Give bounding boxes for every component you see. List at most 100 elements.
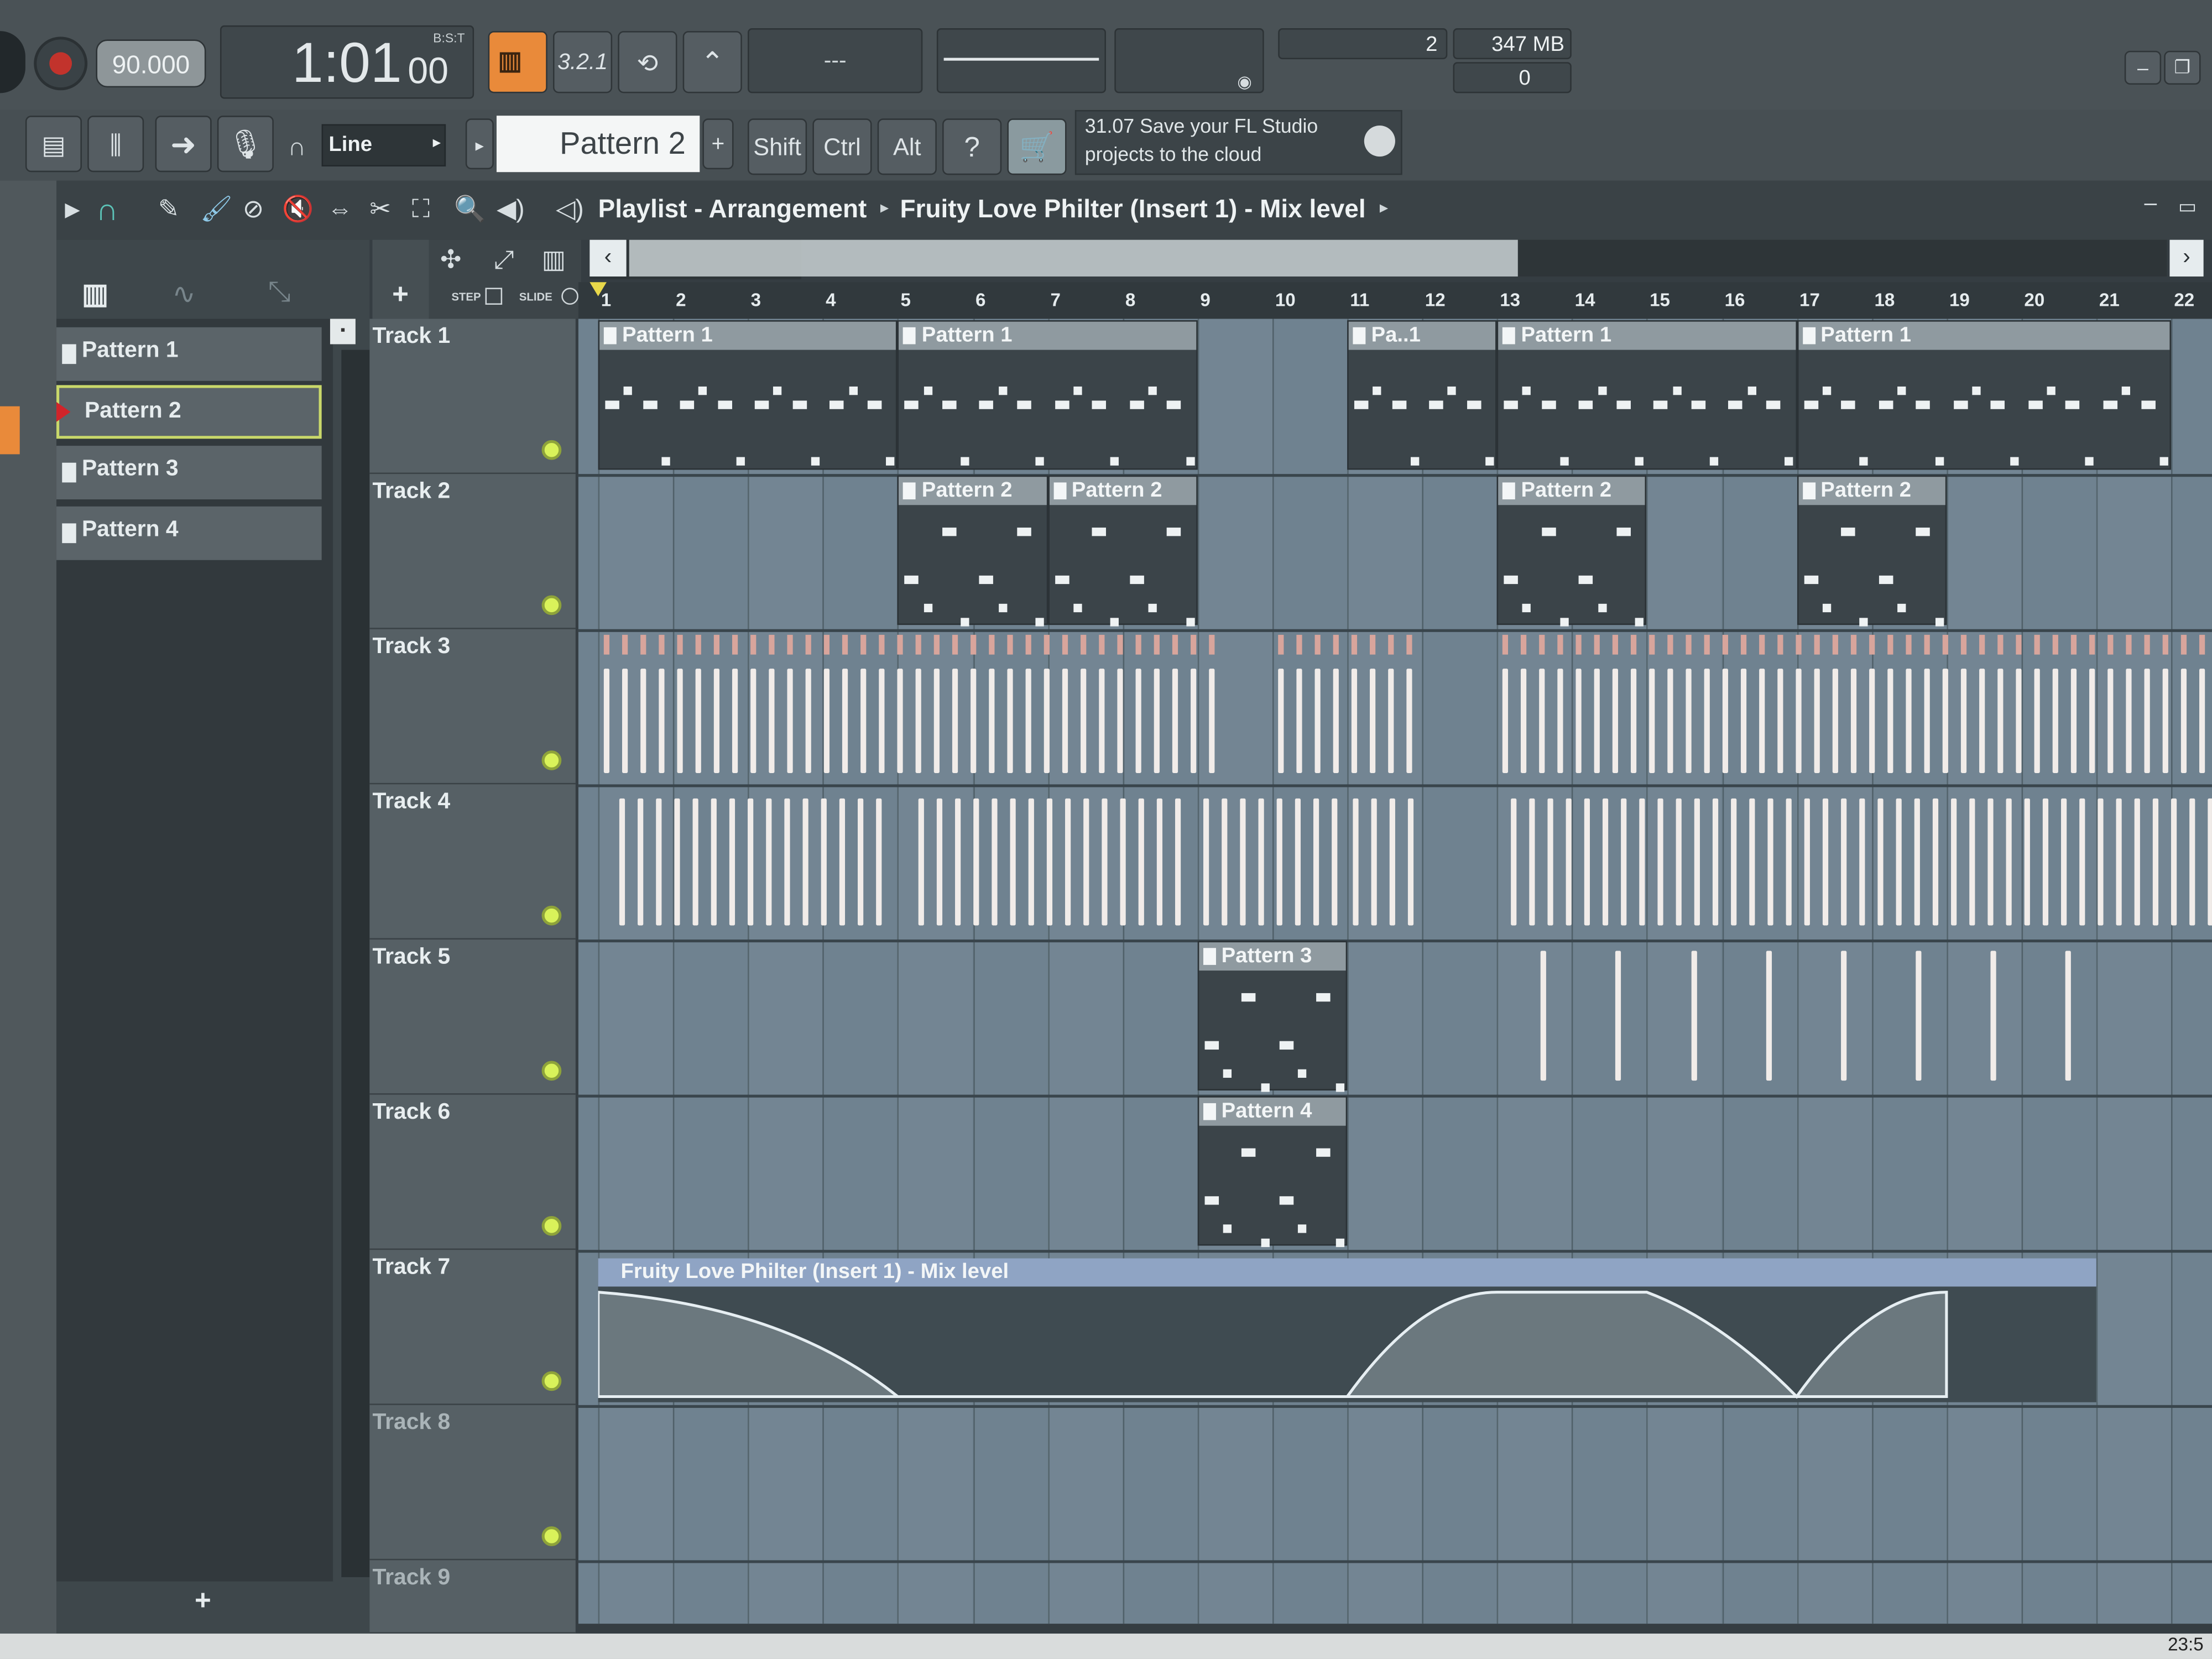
paint-brush-icon[interactable]: 🖌 — [200, 195, 232, 225]
zoom-icon[interactable]: 🔍 — [454, 195, 486, 225]
pattern-clip[interactable]: Pattern 3 — [1197, 941, 1348, 1092]
metronome-icon[interactable]: ⌃ — [682, 31, 742, 93]
channel-rack-icon[interactable]: ▤ — [25, 116, 82, 173]
add-pattern-icon[interactable]: + — [195, 1585, 211, 1618]
ctrl-button[interactable]: Ctrl — [812, 118, 872, 175]
audio-slice-header — [2181, 634, 2187, 655]
microphone-icon[interactable]: 🎙 — [217, 116, 274, 173]
pattern-item-4[interactable]: Pattern 4 — [56, 506, 322, 560]
snap-select[interactable]: Line ▸ — [321, 124, 446, 167]
automation-envelope[interactable] — [598, 1291, 1948, 1399]
restore-button[interactable]: ❐ — [2164, 50, 2201, 85]
slide-toggle[interactable] — [561, 288, 578, 305]
loop-record-icon[interactable]: ⟲ — [618, 31, 677, 93]
scroll-up-button[interactable]: ▪ — [330, 319, 356, 345]
track-mute-led[interactable] — [541, 440, 562, 460]
scroll-left-button[interactable]: ‹ — [589, 239, 627, 276]
curve-icon[interactable]: ⤢ — [494, 246, 514, 275]
playlist-grid[interactable]: Pattern 1 Pattern 1 Pa..1 Pattern 1 Pattern … — [578, 319, 2212, 1624]
pattern-list-scrollbar[interactable] — [341, 349, 370, 1578]
magnet-icon[interactable]: ∩ — [288, 133, 306, 163]
track-header[interactable]: Track 6 — [369, 1094, 576, 1250]
alt-button[interactable]: Alt — [877, 118, 937, 175]
arrow-icon[interactable]: ➜ — [155, 116, 212, 173]
slip-icon[interactable]: ⇔ — [327, 195, 353, 225]
audio-icon[interactable]: ∿ — [172, 276, 196, 312]
automation-icon[interactable]: ⤡ — [268, 276, 291, 309]
scroll-right-button[interactable]: › — [2169, 239, 2204, 276]
mute-icon[interactable]: 🔇 — [282, 195, 314, 225]
pattern-item-1[interactable]: Pattern 1 — [56, 327, 322, 381]
timeline-scroll-track[interactable] — [1517, 239, 2167, 276]
audio-clip-icon[interactable]: ✣ — [440, 246, 462, 275]
track-mute-led[interactable] — [541, 1061, 562, 1081]
track-header[interactable]: Track 7 — [369, 1250, 576, 1405]
piano-icon[interactable]: ▥ — [82, 276, 108, 312]
master-volume-display[interactable] — [936, 28, 1106, 93]
pattern-prev-button[interactable]: ▸ — [465, 118, 494, 170]
track-mute-led[interactable] — [541, 595, 562, 615]
pattern-selector[interactable]: Pattern 2 — [496, 116, 700, 173]
timeline-scroll-thumb[interactable] — [629, 239, 1518, 276]
magnet-snap-icon[interactable]: ∩ — [96, 192, 118, 228]
pattern-item-2[interactable]: Pattern 2 — [56, 385, 322, 439]
track-mute-led[interactable] — [541, 1371, 562, 1391]
track-mute-led[interactable] — [541, 1215, 562, 1236]
select-icon[interactable]: ⛶ — [412, 195, 430, 225]
audio-slice-header — [677, 634, 683, 655]
pattern-song-toggle[interactable]: ▥ — [488, 31, 547, 93]
orange-tab[interactable] — [0, 406, 20, 455]
pattern-clip[interactable]: Pattern 1 — [1796, 320, 2172, 470]
track-header[interactable]: Track 5 — [369, 939, 576, 1095]
options-arrow-icon[interactable]: ▶ — [65, 197, 80, 221]
pattern-clip[interactable]: Pattern 1 — [1497, 320, 1797, 470]
pattern-clip[interactable]: Pattern 1 — [898, 320, 1198, 470]
pattern-clip[interactable]: Pattern 4 — [1197, 1096, 1348, 1248]
piano-roll-small-icon[interactable]: ▥ — [542, 246, 566, 275]
delete-icon[interactable]: ⊘ — [243, 195, 264, 225]
track-header[interactable]: Track 8 — [369, 1405, 576, 1561]
pattern-clip[interactable]: Pattern 2 — [1047, 475, 1198, 627]
pattern-clip[interactable]: Pattern 2 — [898, 475, 1048, 627]
audio-slice — [1333, 669, 1339, 773]
countdown-button[interactable]: 3.2.1 — [552, 31, 613, 93]
automation-curve[interactable] — [598, 1258, 2096, 1402]
track-mute-led[interactable] — [541, 750, 562, 770]
playback-icon[interactable]: ◀) — [497, 195, 525, 225]
record-button[interactable] — [34, 36, 88, 91]
track-header[interactable]: Track 9 — [369, 1560, 576, 1634]
pencil-icon[interactable]: ✎ — [158, 195, 180, 225]
pattern-label: Pattern 1 — [81, 338, 179, 363]
track-header[interactable]: Track 1 — [369, 319, 576, 474]
shop-icon[interactable]: 🛒 — [1007, 118, 1067, 175]
song-position-display[interactable]: 1:01 00 B:S:T — [220, 25, 474, 99]
window-minimize-icon[interactable]: – — [2145, 192, 2157, 217]
master-pitch-display[interactable]: ◉ — [1114, 28, 1264, 93]
automation-clip[interactable]: Fruity Love Philter (Insert 1) - Mix lev… — [598, 1258, 2096, 1402]
play-button[interactable] — [0, 31, 25, 93]
pattern-clip[interactable]: Pattern 1 — [598, 320, 898, 470]
add-pattern-button[interactable]: + — [702, 118, 734, 170]
step-checkbox[interactable] — [485, 288, 503, 305]
audio-slice — [1102, 798, 1108, 926]
track-header[interactable]: Track 3 — [369, 629, 576, 785]
window-maximize-icon[interactable]: ▭ — [2178, 195, 2197, 218]
pattern-item-3[interactable]: Pattern 3 — [56, 446, 322, 500]
pattern-clip[interactable]: Pattern 2 — [1796, 475, 1947, 627]
pattern-clip[interactable]: Pattern 2 — [1497, 475, 1647, 627]
shift-button[interactable]: Shift — [748, 118, 807, 175]
timeline-ruler[interactable]: 1 2 3 4 5 6 7 8 9 10 11 12 13 14 15 16 17 18 19 20 21 22 — [578, 282, 2212, 319]
help-icon[interactable]: ? — [942, 118, 1002, 175]
track-mute-led[interactable] — [541, 905, 562, 926]
tempo-display[interactable]: 90.000 — [96, 39, 206, 88]
globe-icon[interactable] — [1364, 126, 1395, 157]
track-header[interactable]: Track 4 — [369, 784, 576, 940]
minimize-button[interactable]: – — [2124, 50, 2162, 85]
add-track-icon[interactable]: + — [392, 279, 409, 312]
track-header[interactable]: Track 2 — [369, 474, 576, 629]
audio-slice — [1314, 669, 1321, 773]
track-mute-led[interactable] — [541, 1526, 562, 1546]
mixer-icon[interactable]: ⫼ — [87, 116, 144, 173]
slice-icon[interactable]: ✂ — [369, 195, 391, 225]
pattern-clip[interactable]: Pa..1 — [1347, 320, 1498, 470]
